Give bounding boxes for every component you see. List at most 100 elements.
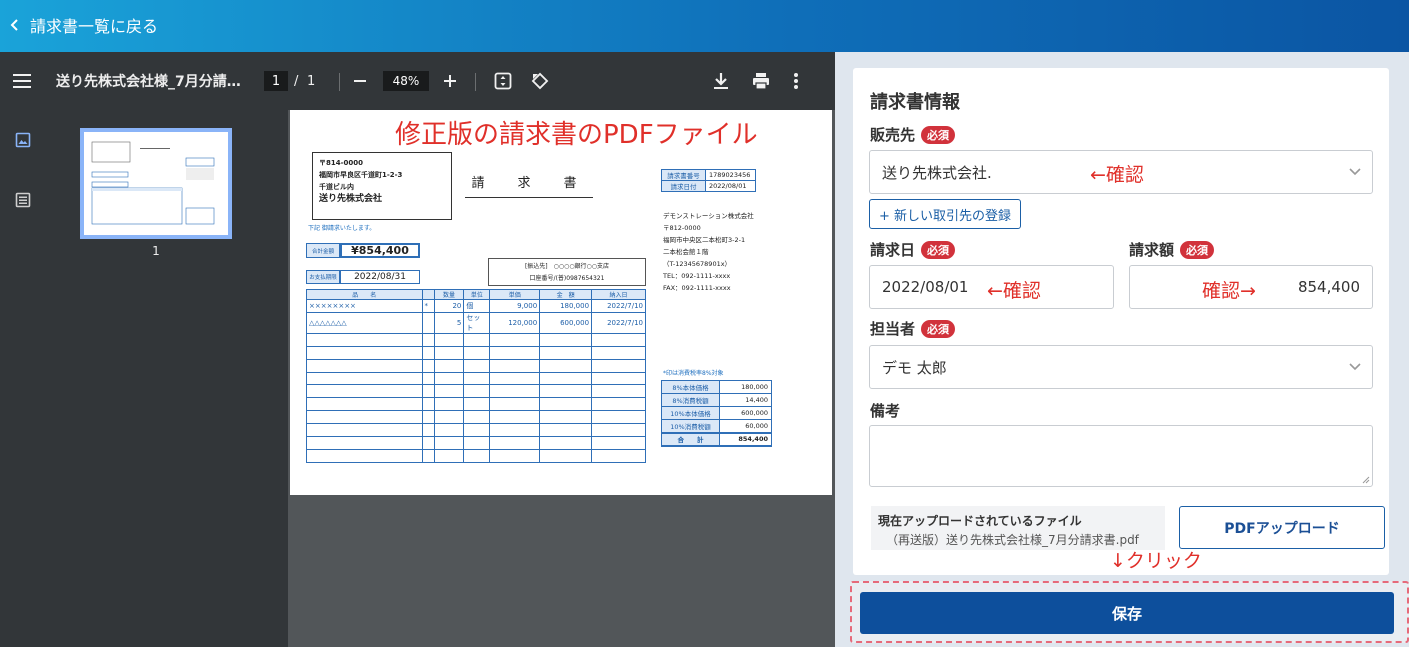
required-badge: 必須 <box>921 319 956 338</box>
line-items-table: 品 名 数量 単位 単価 金 額 納入日 ×××××××× * 20 個 9,0… <box>306 289 646 463</box>
customer-label: 販売先 必須 <box>870 124 956 145</box>
notes-label-text: 備考 <box>870 402 901 420</box>
pdf-doc-title: 送り先株式会社様_7月分請… <box>56 74 241 90</box>
item-cell: セット <box>463 312 491 334</box>
customer-label-text: 販売先 <box>870 126 916 144</box>
address-line: 〒814-0000 <box>319 159 363 167</box>
meta-key: 請求日付 <box>661 180 706 192</box>
page-total: 1 <box>307 73 316 89</box>
table-row <box>306 346 646 360</box>
item-cell: 2022/7/10 <box>591 299 646 313</box>
amount-label-text: 請求額 <box>1129 241 1175 259</box>
amount-label: 請求額 必須 <box>1129 239 1215 260</box>
items-header: 納入日 <box>591 289 646 300</box>
person-value: デモ 太郎 <box>882 358 947 377</box>
table-row: △△△△△△△ 5 セット 120,000 600,000 2022/7/10 <box>306 312 646 334</box>
chevron-left-icon <box>10 19 18 31</box>
thumbnail-page-number: 1 <box>152 244 160 258</box>
back-to-list-link[interactable]: 請求書一覧に戻る <box>8 13 158 37</box>
items-header: 数量 <box>433 289 465 300</box>
add-client-button[interactable]: + 新しい取引先の登録 <box>869 199 1022 229</box>
bank-line: [振込先] ○○○○銀行○○支店 <box>524 263 610 270</box>
item-cell: 2022/7/10 <box>591 312 646 334</box>
total-label: 合計金額 <box>306 243 340 258</box>
page-number-input[interactable]: 1 <box>264 71 288 91</box>
zoom-in-button[interactable] <box>443 52 457 110</box>
notes-label: 備考 <box>870 400 900 421</box>
fit-page-icon[interactable] <box>494 52 512 110</box>
meta-value: 1789023456 <box>705 169 756 181</box>
company-line: 二本松会館１階 <box>663 248 709 256</box>
person-select[interactable]: デモ 太郎 <box>869 345 1373 389</box>
company-line: デモンストレーション株式会社 <box>663 212 754 220</box>
tax-total-value: 854,400 <box>719 431 772 447</box>
rotate-icon[interactable] <box>530 52 550 110</box>
confirm-annotation: ←確認 <box>987 280 1041 302</box>
save-button[interactable]: 保存 <box>860 592 1394 634</box>
invoice-note: 下記 御請求いたします。 <box>308 225 376 232</box>
item-cell: 5 <box>433 312 465 334</box>
item-cell: 個 <box>463 299 491 313</box>
invoice-info-card: 請求書情報 販売先 必須 送り先株式会社. ←確認 + 新しい取引先の登録 請求… <box>853 68 1389 575</box>
table-row <box>306 333 646 347</box>
uploaded-file-title: 現在アップロードされているファイル <box>878 514 1082 528</box>
tax-summary-table: 8%本体価格 180,000 8%消費税額 14,400 10%本体価格 600,00… <box>661 380 772 447</box>
items-header: 単価 <box>489 289 541 300</box>
required-badge: 必須 <box>921 240 956 259</box>
tax-key: 8%消費税額 <box>661 393 720 407</box>
table-row <box>306 397 646 412</box>
bank-line: 口座番号/(普)0987654321 <box>529 275 605 282</box>
table-row: ×××××××× * 20 個 9,000 180,000 2022/7/10 <box>306 299 646 313</box>
item-cell: 9,000 <box>489 299 541 313</box>
person-label-text: 担当者 <box>870 320 916 338</box>
print-icon[interactable] <box>752 52 770 110</box>
invoice-form-panel: 請求書情報 販売先 必須 送り先株式会社. ←確認 + 新しい取引先の登録 請求… <box>836 52 1409 647</box>
address-line: 福岡市早良区千道町1-2-3 <box>319 171 403 179</box>
company-line: TEL：092-1111-xxxx <box>663 272 731 280</box>
items-header: 単位 <box>463 289 491 300</box>
company-line: 〒812-0000 <box>663 224 701 232</box>
company-line: （T-12345678901x） <box>663 260 732 268</box>
more-vert-icon[interactable] <box>793 52 799 110</box>
hamburger-menu-icon[interactable] <box>12 52 32 110</box>
chevron-down-icon <box>1349 363 1361 371</box>
pdf-toolbar: 送り先株式会社様_7月分請… 1 / 1 48% <box>0 52 835 110</box>
required-badge: 必須 <box>921 125 956 144</box>
invoice-meta-table: 請求書番号 1789023456 請求日付 2022/08/01 <box>661 169 756 192</box>
download-icon[interactable] <box>713 52 729 110</box>
item-cell: △△△△△△△ <box>306 312 423 334</box>
top-bar: 請求書一覧に戻る <box>0 0 1409 52</box>
pdf-upload-button[interactable]: PDFアップロード <box>1179 506 1385 549</box>
pdf-page: 修正版の請求書のPDFファイル 〒814-0000 福岡市早良区千道町1-2-3… <box>290 110 832 495</box>
table-row <box>306 359 646 373</box>
tax-total-key: 合 計 <box>661 431 720 447</box>
items-header <box>421 289 435 300</box>
item-cell: * <box>421 299 435 313</box>
table-row <box>306 384 646 399</box>
recipient-address-box: 〒814-0000 福岡市早良区千道町1-2-3 千道ビル内 送り先株式会社 <box>312 152 452 220</box>
page-thumbnail[interactable] <box>80 128 232 239</box>
resize-handle-icon[interactable] <box>1362 476 1370 484</box>
item-cell <box>421 312 435 334</box>
due-value: 2022/08/31 <box>340 270 420 284</box>
zoom-out-button[interactable] <box>353 52 367 110</box>
recipient-name: 送り先株式会社 <box>319 194 383 204</box>
thumbnail-preview <box>91 141 215 225</box>
item-cell: 180,000 <box>539 299 593 313</box>
uploaded-file-info: 現在アップロードされているファイル （再送版）送り先株式会社様_7月分請求書.p… <box>871 506 1165 550</box>
date-label-text: 請求日 <box>870 241 916 259</box>
due-label: お支払期限 <box>306 270 340 284</box>
items-header: 品 名 <box>306 289 423 300</box>
item-cell: 600,000 <box>539 312 593 334</box>
table-row <box>306 449 646 463</box>
table-row <box>306 423 646 438</box>
tax-key: 10%消費税額 <box>661 419 720 433</box>
notes-textarea[interactable] <box>869 425 1373 487</box>
zoom-input[interactable]: 48% <box>383 71 429 91</box>
item-cell: 20 <box>433 299 465 313</box>
tax-value: 14,400 <box>719 393 772 407</box>
image-icon[interactable] <box>15 132 31 152</box>
meta-key: 請求書番号 <box>661 169 706 181</box>
person-label: 担当者 必須 <box>870 318 956 339</box>
list-icon[interactable] <box>15 192 31 212</box>
